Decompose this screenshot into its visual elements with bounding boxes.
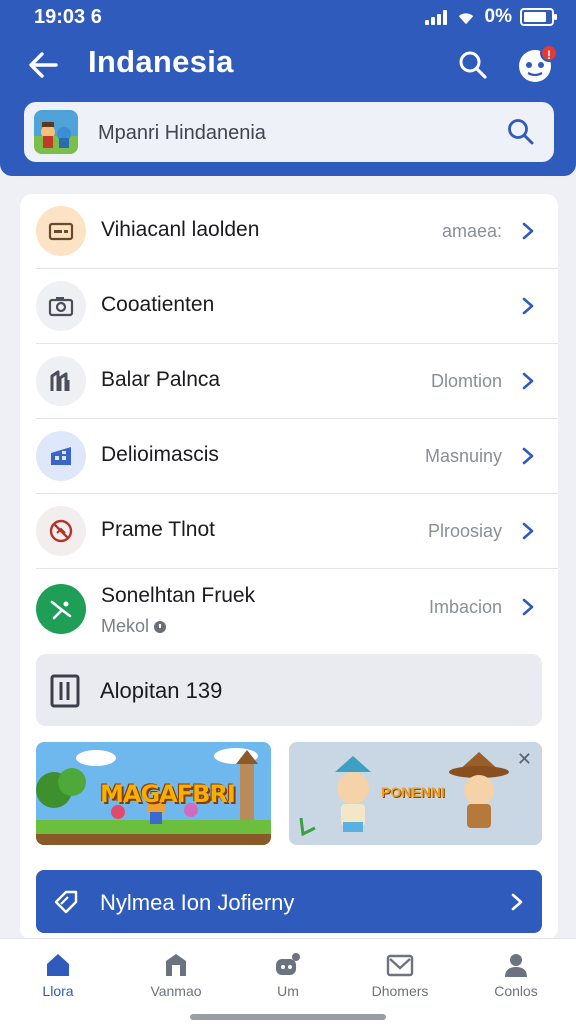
app-thumbnail-icon [34, 110, 78, 154]
status-bar: 19:03 6 0% [0, 0, 576, 34]
list-item-label: Vihiacanl laolden [101, 218, 260, 241]
chevron-right-icon [522, 447, 534, 465]
building-icon [36, 431, 86, 481]
list-item-label: Delioimascis [101, 443, 219, 466]
person-icon [505, 954, 527, 977]
list-item-value: Plroosiay [427, 521, 502, 541]
nav-item-mail[interactable]: Dhomers [350, 951, 450, 999]
no-entry-icon [36, 506, 86, 556]
list-item-2[interactable]: Balar Palnca Dlomtion [36, 344, 558, 419]
back-arrow-icon[interactable] [26, 48, 60, 82]
page-title: Indanesia [88, 44, 234, 79]
list-item-value: amaea: [441, 221, 502, 241]
journey-button-label: Nylmea Ion Jofierny [100, 890, 295, 915]
notification-badge: ! [540, 44, 558, 62]
search-icon[interactable] [506, 117, 536, 147]
list-item-sub-label: Mekol [101, 616, 150, 636]
search-icon[interactable] [458, 50, 488, 80]
game-banner-title: PONENNI [381, 784, 445, 800]
info-icon [154, 620, 167, 633]
list-item-4[interactable]: Prame Tlnot Plroosiay [36, 494, 558, 569]
nav-item-games[interactable]: Um [238, 951, 338, 999]
chevron-right-icon [511, 893, 523, 911]
nav-item-home[interactable]: Llora [8, 951, 108, 999]
game-banner-right[interactable]: PONENNI ✕ [289, 742, 542, 845]
app-header: 19:03 6 0% Indanesia ! Mpanri Hindanenia [0, 0, 576, 176]
list-item-3[interactable]: Delioimascis Masnuiny [36, 419, 558, 494]
home-indicator [190, 1014, 386, 1020]
chevron-right-icon [522, 297, 534, 315]
promo-label: Alopitan 139 [100, 678, 223, 703]
battery-icon [520, 8, 557, 26]
bag-icon [166, 954, 186, 976]
bottom-nav: Llora Vanmao Um Dhomers Conlos [0, 938, 576, 1024]
game-banner-left[interactable]: MAGAFBRI [36, 742, 271, 845]
list-item-label: Cooatienten [101, 293, 215, 316]
camera-icon [36, 281, 86, 331]
list-item-label: Prame Tlnot [101, 518, 215, 541]
nav-label: Vanmao [150, 983, 202, 999]
status-time: 19:03 6 [34, 6, 102, 28]
tag-icon [54, 890, 78, 914]
list-item-sub: Mekol [101, 616, 167, 637]
signal-icon [424, 9, 447, 25]
mail-icon [386, 954, 414, 977]
nav-item-profile[interactable]: Conlos [466, 951, 566, 999]
gamepad-icon [276, 953, 300, 975]
search-bar[interactable]: Mpanri Hindanenia [24, 102, 554, 162]
chevron-right-icon [522, 598, 534, 616]
nav-label: Conlos [494, 983, 538, 999]
chart-icon [36, 356, 86, 406]
wifi-icon [458, 13, 473, 25]
chevron-right-icon [522, 522, 534, 540]
search-input[interactable]: Mpanri Hindanenia [98, 122, 266, 145]
chevron-right-icon [522, 372, 534, 390]
status-icons: 0% [424, 6, 557, 28]
list-item-value: Dlomtion [430, 371, 502, 391]
list-item-0[interactable]: Vihiacanl laolden amaea: [36, 194, 558, 269]
nav-label: Llora [42, 983, 74, 999]
list-item-5[interactable]: Sonelhtan Fruek Mekol Imbacion [36, 570, 558, 652]
chevron-right-icon [522, 222, 534, 240]
list-item-1[interactable]: Cooatienten [36, 269, 558, 344]
journey-button[interactable]: Nylmea Ion Jofierny [36, 870, 542, 933]
close-icon[interactable]: ✕ [517, 750, 532, 768]
document-icon [50, 674, 80, 708]
nav-label: Um [277, 983, 299, 999]
promo-item[interactable]: Alopitan 139 [36, 654, 542, 726]
plane-icon [36, 584, 86, 634]
battery-percent: 0% [484, 6, 512, 27]
wallet-icon [36, 206, 86, 256]
nav-label: Dhomers [371, 983, 429, 999]
game-banner-title: MAGAFBRI [100, 780, 236, 808]
list-item-value: Masnuiny [424, 446, 502, 466]
home-icon [47, 954, 69, 976]
nav-item-bag[interactable]: Vanmao [126, 951, 226, 999]
list-item-label: Sonelhtan Fruek [101, 584, 256, 607]
list-item-label: Balar Palnca [101, 368, 221, 391]
list-item-value: Imbacion [428, 597, 502, 617]
